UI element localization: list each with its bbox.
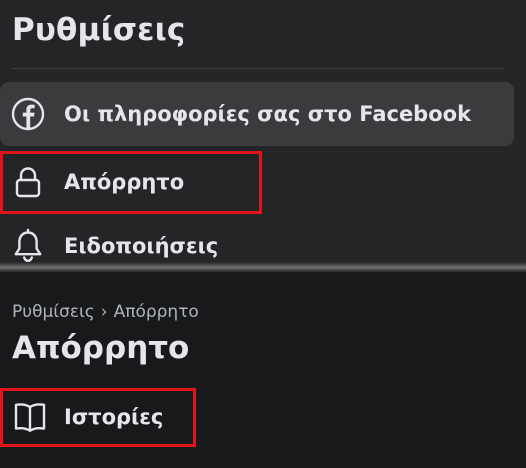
settings-menu-panel: Ρυθμίσεις Οι πληροφορίες σας στο Faceboo…: [0, 0, 526, 268]
sidebar-item-notifications[interactable]: Ειδοποιήσεις: [0, 214, 514, 268]
book-icon: [12, 399, 48, 435]
screenshot-root: Ρυθμίσεις Οι πληροφορίες σας στο Faceboo…: [0, 0, 526, 468]
sidebar-item-label: Ειδοποιήσεις: [64, 234, 219, 258]
privacy-page-panel: Ρυθμίσεις › Απόρρητο Απόρρητο Ιστορίες: [0, 272, 526, 468]
breadcrumb-item-privacy: Απόρρητο: [113, 302, 199, 322]
privacy-item-stories[interactable]: Ιστορίες: [0, 388, 200, 446]
page-title: Απόρρητο: [12, 330, 190, 366]
facebook-icon: [10, 96, 46, 132]
sidebar-item-label: Απόρρητο: [64, 170, 185, 194]
lock-icon: [10, 164, 46, 200]
breadcrumb-separator: ›: [100, 302, 108, 322]
sidebar-item-privacy[interactable]: Απόρρητο: [0, 150, 514, 214]
panel-separator: [0, 262, 526, 272]
sidebar-item-label: Οι πληροφορίες σας στο Facebook: [64, 102, 472, 126]
bell-icon: [10, 228, 46, 264]
privacy-item-label: Ιστορίες: [64, 405, 164, 429]
breadcrumb: Ρυθμίσεις › Απόρρητο: [12, 302, 199, 322]
sidebar-item-your-facebook-information[interactable]: Οι πληροφορίες σας στο Facebook: [0, 82, 514, 146]
divider: [12, 68, 504, 69]
breadcrumb-item-settings[interactable]: Ρυθμίσεις: [12, 302, 95, 322]
settings-title: Ρυθμίσεις: [12, 12, 186, 48]
